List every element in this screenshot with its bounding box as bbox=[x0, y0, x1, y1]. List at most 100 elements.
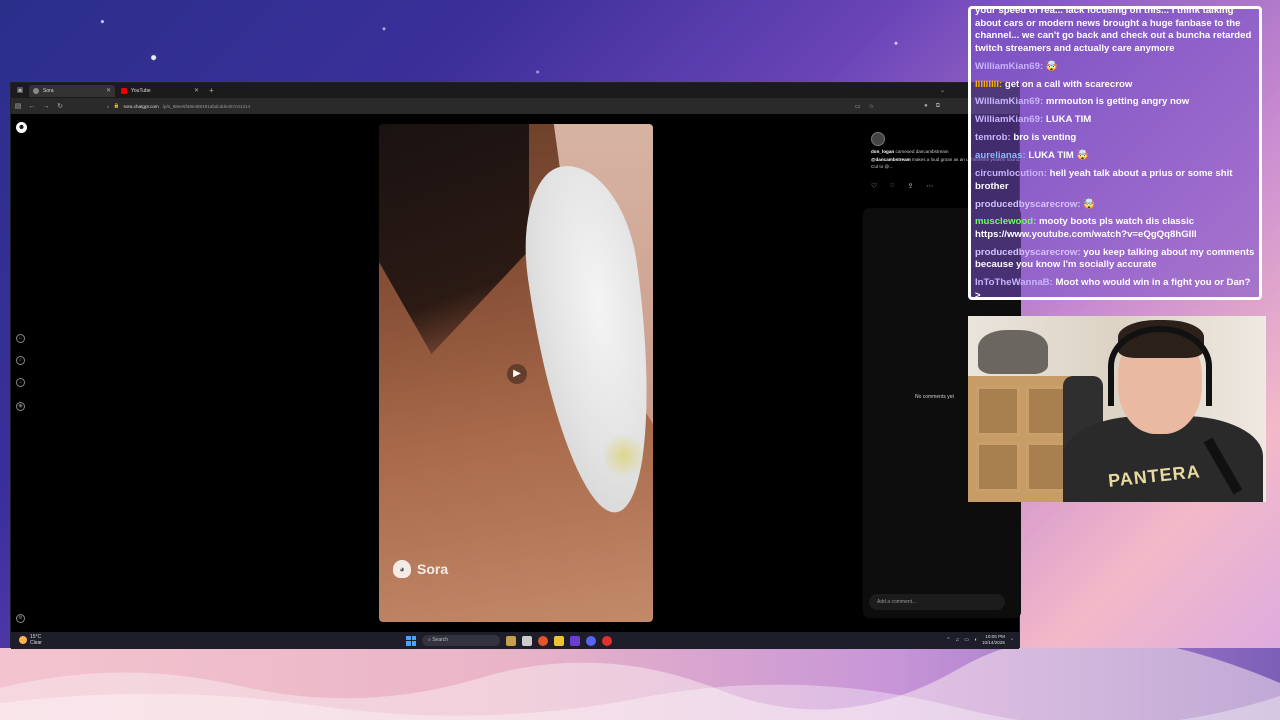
youtube-favicon-icon bbox=[121, 87, 127, 94]
chat-username[interactable]: circumlocution: bbox=[975, 168, 1050, 179]
tab-label: YouTube bbox=[131, 87, 151, 94]
chat-message: producedbyscarecrow: you keep talking ab… bbox=[975, 247, 1255, 272]
reader-mode-icon[interactable]: ▭ bbox=[855, 103, 861, 110]
tab-bar: ▣ Sora ✕ YouTube ✕ + ⌄ bbox=[11, 83, 1019, 98]
network-icon[interactable]: ▭ bbox=[964, 637, 969, 643]
weather-condition: Clear bbox=[30, 640, 42, 646]
weather-icon bbox=[19, 636, 27, 644]
sora-favicon-icon bbox=[33, 87, 39, 94]
sora-watermark: ◕ Sora bbox=[393, 560, 448, 578]
close-tab-icon[interactable]: ✕ bbox=[106, 87, 111, 94]
chat-message: temrob: bro is venting bbox=[975, 132, 1255, 145]
url-host: sora.chatgpt.com bbox=[123, 103, 159, 109]
comment-input[interactable]: Add a comment... bbox=[869, 594, 1005, 610]
close-tab-icon[interactable]: ✕ bbox=[194, 87, 199, 94]
app-icon[interactable] bbox=[570, 635, 580, 646]
webcam-feed: PANTERA bbox=[968, 316, 1266, 502]
bookmark-star-icon[interactable]: ☆ bbox=[869, 103, 874, 110]
sidebar-toggle-icon[interactable]: ▤ bbox=[11, 102, 25, 110]
chat-username[interactable]: musclewood: bbox=[975, 216, 1039, 227]
left-nav-rail: ☻ ⌂ ⌕ ♪ ◉ ⚙ bbox=[11, 114, 31, 632]
chat-username[interactable]: temrob: bbox=[975, 132, 1013, 143]
watermark-text: Sora bbox=[417, 561, 449, 577]
remix-icon[interactable]: ◌ bbox=[890, 182, 894, 190]
windows-taskbar: 15°C Clear ⌕ Search ⌃ ♫ ▭ ◖ 10:06 PM 10/… bbox=[11, 632, 1019, 649]
window-menu-icon[interactable]: ▣ bbox=[15, 86, 25, 96]
chat-message: InToTheWannaB: Moot who would win in a f… bbox=[975, 277, 1255, 297]
sora-ghost-logo-icon: ◕ bbox=[393, 560, 411, 578]
weather-widget[interactable]: 15°C Clear bbox=[19, 634, 42, 646]
avatar[interactable] bbox=[871, 132, 885, 146]
mention-link[interactable]: @dancambstream bbox=[871, 157, 911, 162]
url-path: /p/s_68ee5f48e488191abdcdde457c01214 bbox=[162, 103, 251, 109]
volume-icon[interactable]: ◖ bbox=[974, 637, 977, 643]
new-tab-button[interactable]: + bbox=[209, 86, 214, 95]
share-icon[interactable]: ⧉ bbox=[936, 103, 940, 110]
no-comments-text: No comments yet bbox=[915, 394, 954, 400]
mic-icon[interactable]: ♫ bbox=[955, 637, 959, 643]
like-icon[interactable]: ♡ bbox=[871, 182, 877, 190]
site-info-icon[interactable]: ◐ bbox=[107, 104, 110, 109]
notification-bell-icon[interactable]: ◔ bbox=[1010, 637, 1013, 643]
file-explorer-icon[interactable] bbox=[554, 635, 564, 646]
chat-text: LUKA TIM bbox=[1045, 114, 1092, 126]
chat-username[interactable]: WilliamKian69: bbox=[975, 96, 1046, 107]
play-icon[interactable]: ▶ bbox=[507, 364, 527, 384]
chat-message: WilliamKian69: LUKA TIM bbox=[975, 114, 1255, 127]
start-button-icon[interactable] bbox=[406, 635, 416, 646]
home-icon[interactable]: ⌂ bbox=[16, 334, 25, 343]
cat-image bbox=[978, 330, 1048, 374]
discord-icon[interactable] bbox=[586, 635, 596, 646]
video-player[interactable]: ▶ ◕ Sora bbox=[379, 124, 653, 622]
chat-messages: WilliamKian69: 🤯 lllllllll: get on a call… bbox=[975, 60, 1255, 297]
chat-username[interactable]: producedbyscarecrow: bbox=[975, 247, 1083, 258]
chat-message: WilliamKian69: mrmouton is getting angry… bbox=[975, 96, 1255, 109]
task-view-icon[interactable] bbox=[522, 635, 532, 646]
tab-sora[interactable]: Sora ✕ bbox=[29, 84, 115, 97]
chat-message: musclewood: mooty boots pls watch dis cl… bbox=[975, 216, 1255, 241]
tab-search-chevron-icon[interactable]: ⌄ bbox=[940, 87, 945, 94]
chat-username[interactable]: aurelianas: bbox=[975, 150, 1028, 161]
sora-logo-icon[interactable]: ☻ bbox=[16, 122, 27, 133]
chat-text: mrmouton is getting angry now bbox=[1045, 96, 1190, 108]
tab-label: Sora bbox=[43, 87, 54, 94]
chat-text: 🤯 bbox=[1083, 198, 1096, 210]
chat-username[interactable]: WilliamKian69: bbox=[975, 114, 1046, 125]
profile-icon[interactable]: ◉ bbox=[16, 402, 25, 411]
share-icon[interactable]: ⇪ bbox=[907, 182, 913, 190]
chat-username[interactable]: producedbyscarecrow: bbox=[975, 199, 1083, 210]
taskbar-apps: ⌕ Search bbox=[406, 635, 612, 646]
chat-text: 🤯 bbox=[1045, 60, 1058, 72]
back-icon[interactable]: ← bbox=[25, 103, 39, 110]
post-username[interactable]: don_logan bbox=[871, 149, 894, 154]
chrome-icon[interactable] bbox=[602, 635, 612, 646]
extensions-icon[interactable]: ● bbox=[924, 103, 928, 109]
reload-icon[interactable]: ↻ bbox=[53, 102, 67, 110]
overlay-background-bottom bbox=[0, 648, 1280, 720]
search-label: Search bbox=[432, 637, 449, 643]
search-icon[interactable]: ⌕ bbox=[16, 356, 25, 365]
chat-message: aurelianas: LUKA TIM 🤯 bbox=[975, 150, 1255, 163]
notifications-icon[interactable]: ♪ bbox=[16, 378, 25, 387]
clock[interactable]: 10:06 PM 10/14/2025 bbox=[982, 634, 1005, 646]
chat-text: LUKA TIM 🤯 bbox=[1028, 150, 1089, 162]
chat-username[interactable]: WilliamKian69: bbox=[975, 61, 1046, 72]
chat-message: your speed of rea... lack focusing on th… bbox=[975, 6, 1252, 54]
video-frame-dark-area bbox=[379, 124, 529, 354]
settings-icon[interactable]: ⚙ bbox=[16, 614, 25, 623]
chat-username[interactable]: InToTheWannaB: bbox=[975, 277, 1055, 288]
tab-youtube[interactable]: YouTube ✕ bbox=[117, 85, 203, 97]
tray-chevron-icon[interactable]: ⌃ bbox=[946, 637, 950, 643]
decorative-wave bbox=[0, 648, 1280, 720]
more-options-icon[interactable]: ⋯ bbox=[926, 182, 933, 190]
browser-app-icon[interactable] bbox=[538, 635, 548, 646]
lock-icon: 🔒 bbox=[113, 103, 120, 108]
chat-message: lllllllll: get on a call with scarecrow bbox=[975, 79, 1255, 92]
headset-image bbox=[1108, 326, 1212, 406]
system-tray: ⌃ ♫ ▭ ◖ 10:06 PM 10/14/2025 ◔ bbox=[946, 634, 1013, 646]
widget-app-icon[interactable] bbox=[506, 635, 516, 646]
taskbar-search[interactable]: ⌕ Search bbox=[422, 635, 500, 646]
forward-icon[interactable]: → bbox=[39, 103, 53, 110]
url-field[interactable]: ◐ 🔒 sora.chatgpt.com/p/s_68ee5f48e488191… bbox=[107, 101, 847, 111]
chat-username[interactable]: lllllllll: bbox=[975, 79, 1005, 90]
